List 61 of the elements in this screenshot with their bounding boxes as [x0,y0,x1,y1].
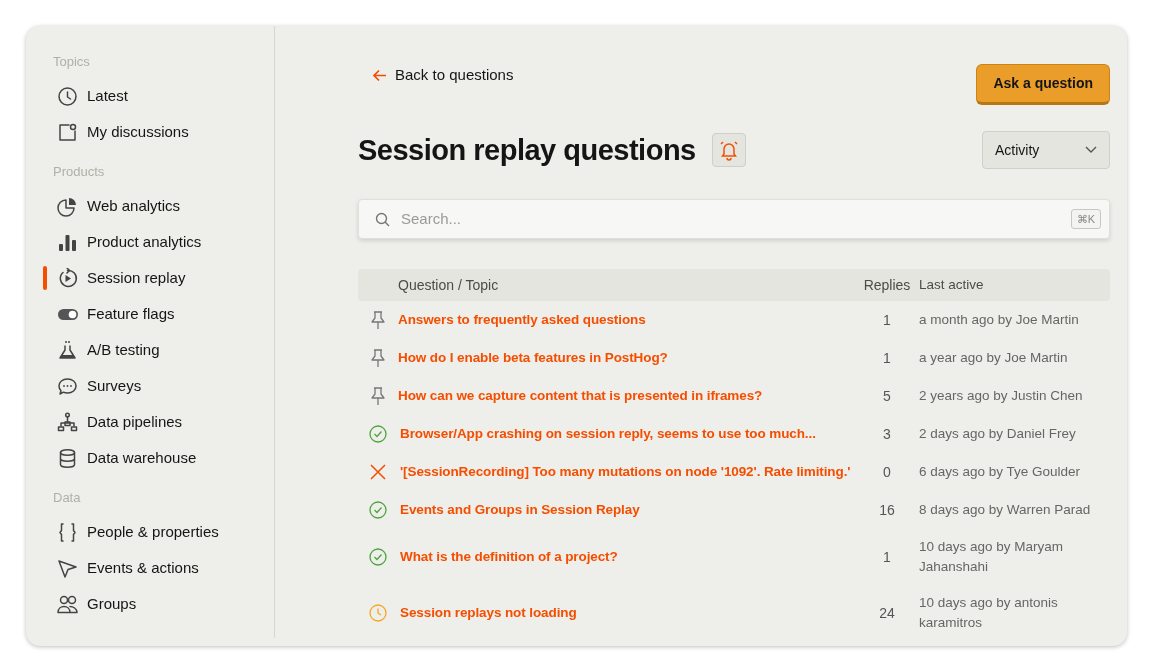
column-header: Replies [862,275,912,295]
sidebar-item[interactable]: Feature flags [26,296,274,332]
sidebar-item[interactable]: Latest [26,78,274,114]
chat-bubble-icon [57,375,78,397]
column-header: Question / Topic [398,275,500,295]
hierarchy-icon [57,411,78,433]
people-icon [57,593,78,615]
check-circle-icon [368,500,388,520]
reply-count: 3 [882,424,892,444]
reply-count: 24 [878,603,896,623]
page-title: Session replay questions [358,132,696,168]
chevron-down-icon [1085,146,1097,154]
sidebar-item[interactable]: A/B testing [26,332,274,368]
last-active: 6 days ago by Tye Goulder [918,463,1082,481]
sidebar-item[interactable]: Session replay [26,260,274,296]
last-active: a year ago by Joe Martin [918,349,1069,367]
database-icon [57,447,78,469]
check-circle-icon [368,424,388,444]
last-active: 10 days ago by antonis karamitros [918,594,1059,632]
last-active: a month ago by Joe Martin [918,311,1080,329]
sidebar-item[interactable]: Product analytics [26,224,274,260]
sidebar-item[interactable]: Data warehouse [26,440,274,476]
arrow-left-icon [372,68,387,82]
pie-chart-icon [57,195,78,217]
section-heading: Products [52,164,106,180]
reply-count: 16 [878,500,896,520]
clock-icon [57,85,78,107]
reply-count: 1 [882,348,892,368]
braces-icon [57,521,78,543]
sidebar-item[interactable]: Web analytics [26,188,274,224]
sidebar-item[interactable]: Events & actions [26,550,274,586]
search-input[interactable]: Search... [399,206,1062,232]
section-heading: Topics [52,54,91,70]
search-icon [375,211,390,227]
replay-icon [57,267,78,289]
reply-count: 1 [882,547,892,567]
cross-icon [368,462,388,482]
back-link[interactable]: Back to questions [358,64,514,87]
flask-icon [57,339,78,361]
sort-dropdown[interactable]: Activity [982,131,1110,169]
sidebar-item[interactable]: Groups [26,586,274,622]
last-active: 2 days ago by Daniel Frey [918,425,1077,443]
column-header: Last active [918,276,985,294]
sidebar-item[interactable]: Surveys [26,368,274,404]
last-active: 10 days ago by Maryam Jahanshahi [918,538,1065,576]
cursor-icon [57,557,78,579]
reply-count: 0 [882,462,892,482]
keyboard-shortcut: ⌘K [1070,208,1101,230]
section-heading: Data [52,490,82,506]
note-icon [57,121,78,143]
reply-count: 5 [882,386,892,406]
last-active: 2 years ago by Justin Chen [918,387,1084,405]
reply-count: 1 [882,310,892,330]
clock-icon [368,603,388,623]
sidebar-item[interactable]: Data pipelines [26,404,274,440]
notification-button[interactable] [711,133,746,167]
ask-question-button[interactable]: Ask a question [976,64,1110,105]
sidebar-item[interactable]: People & properties [26,514,274,550]
sidebar-item[interactable]: My discussions [26,114,274,150]
check-circle-icon [368,547,388,567]
last-active: 8 days ago by Warren Parad [918,501,1092,519]
